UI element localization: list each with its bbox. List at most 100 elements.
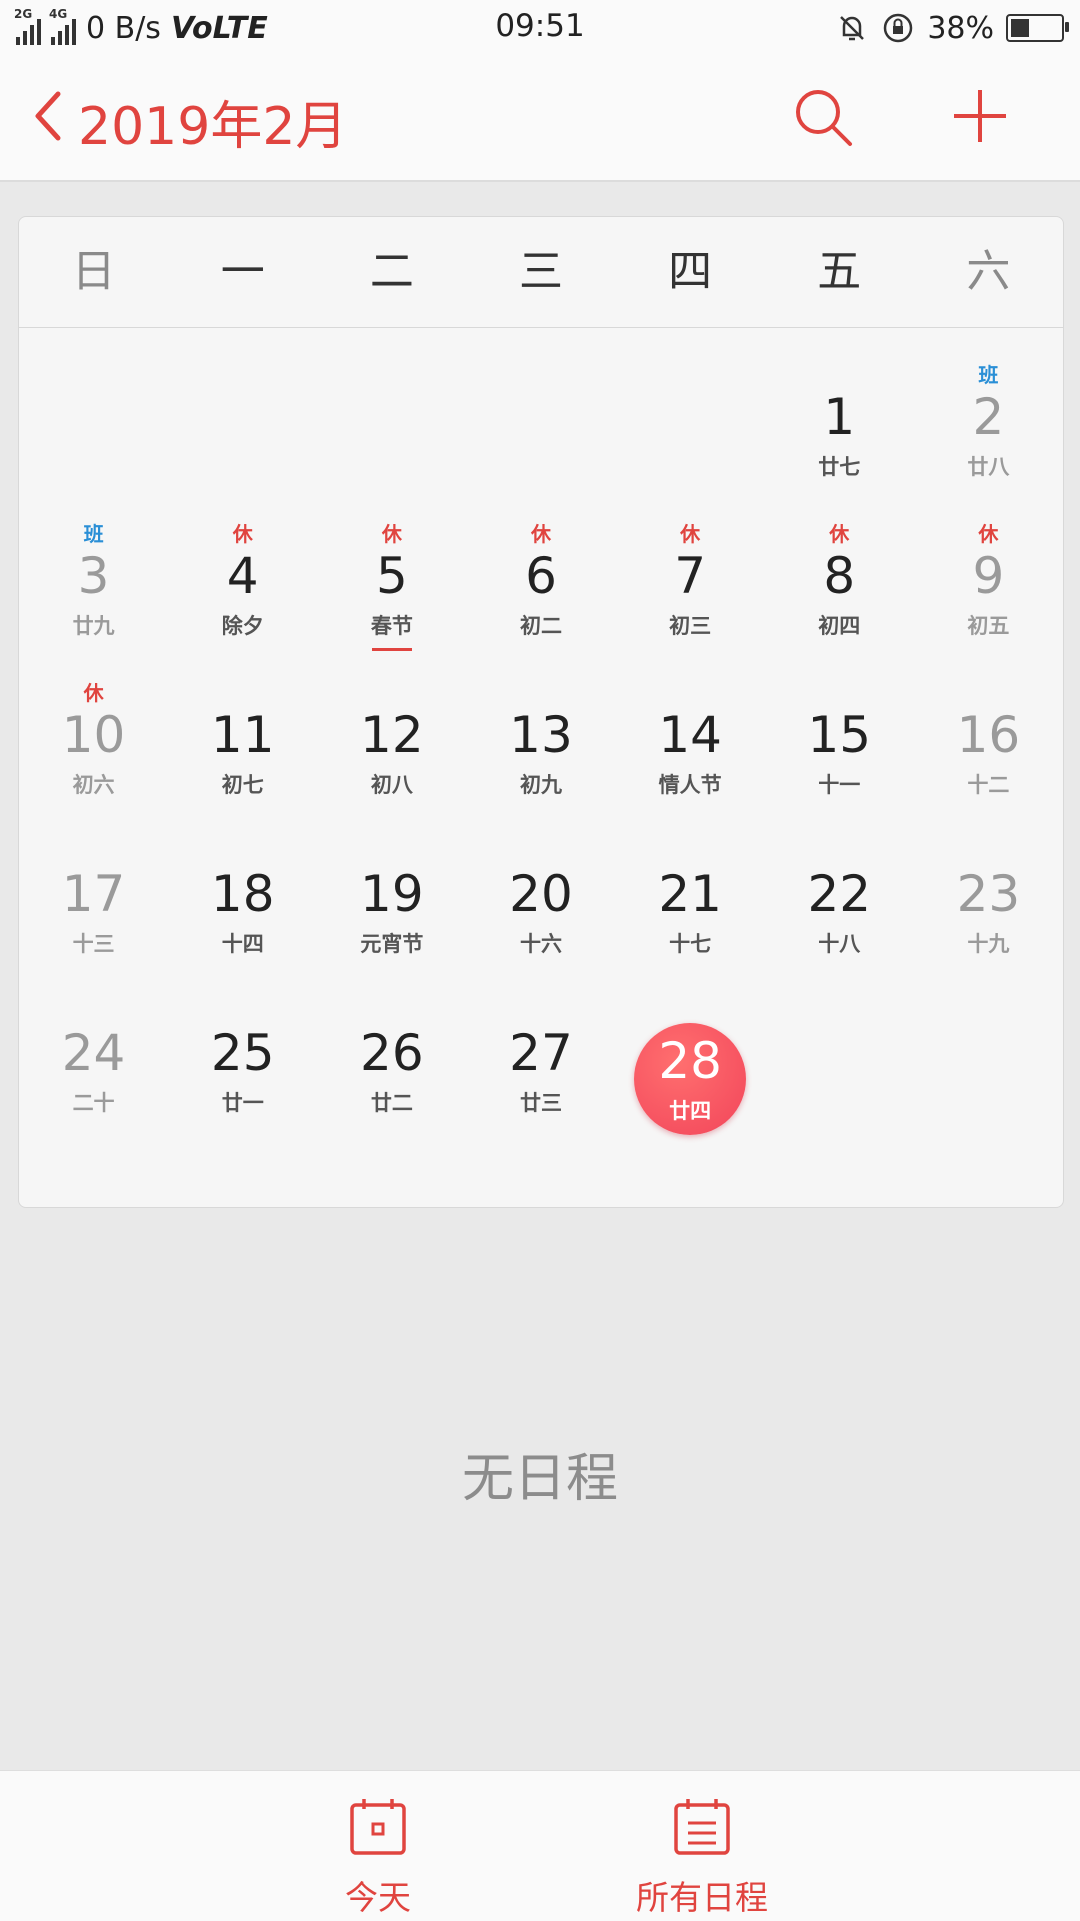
day-number: 12: [360, 706, 424, 764]
day-cell-23[interactable]: 23 十九: [914, 804, 1063, 963]
day-cell-20[interactable]: 20 十六: [466, 804, 615, 963]
holiday-tag: 班: [83, 522, 104, 546]
day-number: 25: [210, 1024, 275, 1082]
day-cell-13[interactable]: 13 初九: [466, 645, 615, 804]
calendar-grid: 1 廿七班 2 廿八班 3 廿九休 4 除夕休 5 春节休 6 初二休 7 初三休 8 初四休 9 初五休 10 初六…: [19, 327, 1063, 1135]
lunar-date: 初四: [818, 614, 861, 638]
month-title[interactable]: 2019年2月: [78, 84, 347, 159]
day-cell-28[interactable]: 28 廿四: [616, 963, 765, 1135]
empty-day-cell: [19, 327, 168, 486]
day-cell-16[interactable]: 16 十二: [914, 645, 1063, 804]
all-schedules-label: 所有日程: [636, 1878, 768, 1917]
day-number: 28: [658, 1032, 722, 1090]
weekday-header: 日 一 二 三 四 五 六: [19, 217, 1063, 328]
day-cell-12[interactable]: 12 初八: [317, 645, 466, 804]
plus-icon[interactable]: [948, 84, 1012, 148]
day-number: 23: [956, 865, 1021, 923]
day-cell-17[interactable]: 17 十三: [19, 804, 168, 963]
day-number: 15: [807, 706, 872, 764]
lunar-date: 十六: [519, 932, 562, 956]
mute-icon: [840, 16, 865, 41]
weekday-wed: 三: [518, 246, 563, 297]
day-cell-6[interactable]: 休 6 初二: [466, 486, 615, 645]
lunar-date: 初六: [72, 773, 115, 797]
day-cell-9[interactable]: 休 9 初五: [914, 486, 1063, 645]
lunar-date: 十三: [72, 932, 115, 956]
calendar-week-row: 班 3 廿九休 4 除夕休 5 春节休 6 初二休 7 初三休 8 初四休 9 初五: [19, 486, 1063, 651]
empty-schedule-text: 无日程: [461, 1449, 618, 1509]
day-number: 7: [674, 547, 707, 605]
day-cell-10[interactable]: 休 10 初六: [19, 645, 168, 804]
holiday-tag: 休: [381, 522, 402, 546]
day-cell-19[interactable]: 19 元宵节: [317, 804, 466, 963]
today-button[interactable]: 今天: [278, 1795, 478, 1919]
chevron-left-icon[interactable]: [28, 86, 68, 146]
empty-day-cell: [616, 327, 765, 486]
search-icon[interactable]: [790, 84, 860, 154]
lunar-date: 十八: [818, 932, 861, 956]
rotation-lock-icon: [884, 13, 913, 43]
holiday-tag: 休: [83, 681, 104, 705]
day-cell-7[interactable]: 休 7 初三: [616, 486, 765, 645]
calendar-week-row: 1 廿七 班 2 廿八: [19, 327, 1063, 486]
day-cell-21[interactable]: 21 十七: [616, 804, 765, 963]
battery-percent: 38%: [927, 10, 994, 46]
empty-day-cell: [168, 327, 317, 486]
battery-icon: [1006, 14, 1069, 42]
day-number: 1: [823, 388, 856, 446]
lunar-date: 十二: [967, 773, 1010, 797]
day-number: 5: [375, 547, 408, 605]
day-cell-14[interactable]: 14 情人节: [616, 645, 765, 804]
day-cell-27[interactable]: 27 廿三: [466, 963, 615, 1122]
day-number: 20: [509, 865, 573, 923]
day-cell-8[interactable]: 休 8 初四: [765, 486, 914, 645]
holiday-tag: 休: [680, 522, 701, 546]
calendar-week-row: 24 二十 25 廿一 26 廿二 27 廿三 28 廿四: [19, 963, 1063, 1135]
day-cell-26[interactable]: 26 廿二: [317, 963, 466, 1122]
weekday-thu: 四: [668, 246, 713, 297]
weekday-fri: 五: [817, 246, 862, 297]
lunar-date: 初七: [221, 773, 264, 797]
day-cell-25[interactable]: 25 廿一: [168, 963, 317, 1122]
calendar-list-icon: [674, 1799, 730, 1855]
lunar-date: 元宵节: [360, 932, 424, 956]
lunar-date: 廿三: [519, 1091, 562, 1115]
lunar-date: 除夕: [221, 614, 264, 638]
day-number: 13: [509, 706, 573, 764]
lunar-date: 情人节: [658, 773, 722, 797]
calendar-week-row: 休 10 初六 11 初七 12 初八 13 初九 14 情人节 15 十一 16 十二: [19, 645, 1063, 804]
holiday-tag: 休: [530, 522, 551, 546]
day-cell-18[interactable]: 18 十四: [168, 804, 317, 963]
lunar-date: 十四: [221, 932, 264, 956]
day-cell-11[interactable]: 11 初七: [168, 645, 317, 804]
status-bar: 2G 4G 0 B/s VoLTE 09:51 38%: [0, 0, 1080, 56]
day-cell-15[interactable]: 15 十一: [765, 645, 914, 804]
lunar-date: 二十: [72, 1091, 115, 1115]
lunar-date: 廿二: [370, 1091, 413, 1115]
day-cell-5[interactable]: 休 5 春节: [317, 486, 466, 651]
holiday-tag: 休: [978, 522, 999, 546]
day-number: 22: [807, 865, 872, 923]
lunar-date: 初九: [519, 773, 562, 797]
day-cell-2[interactable]: 班 2 廿八: [914, 327, 1063, 486]
bottom-nav: 今天 所有日程: [0, 1770, 1080, 1921]
day-cell-22[interactable]: 22 十八: [765, 804, 914, 963]
day-number: 9: [972, 547, 1005, 605]
holiday-tag: 休: [232, 522, 253, 546]
calendar-card: 日 一 二 三 四 五 六 1 廿七班 2 廿八班 3 廿九休 4 除夕休 5 春节休 6 初二休 7 初…: [18, 216, 1064, 1208]
all-schedules-button[interactable]: 所有日程: [602, 1795, 802, 1919]
day-number: 14: [658, 706, 722, 764]
day-cell-4[interactable]: 休 4 除夕: [168, 486, 317, 645]
day-cell-24[interactable]: 24 二十: [19, 963, 168, 1122]
day-number: 3: [77, 547, 110, 605]
day-number: 16: [956, 706, 1021, 764]
day-number: 6: [525, 547, 557, 605]
lunar-date: 初八: [370, 773, 413, 797]
lunar-date: 初二: [519, 614, 562, 638]
day-cell-1[interactable]: 1 廿七: [765, 327, 914, 486]
day-number: 24: [61, 1024, 126, 1082]
holiday-tag: 班: [978, 363, 999, 387]
status-right: 38%: [835, 8, 1069, 48]
day-number: 11: [210, 706, 275, 764]
day-cell-3[interactable]: 班 3 廿九: [19, 486, 168, 645]
